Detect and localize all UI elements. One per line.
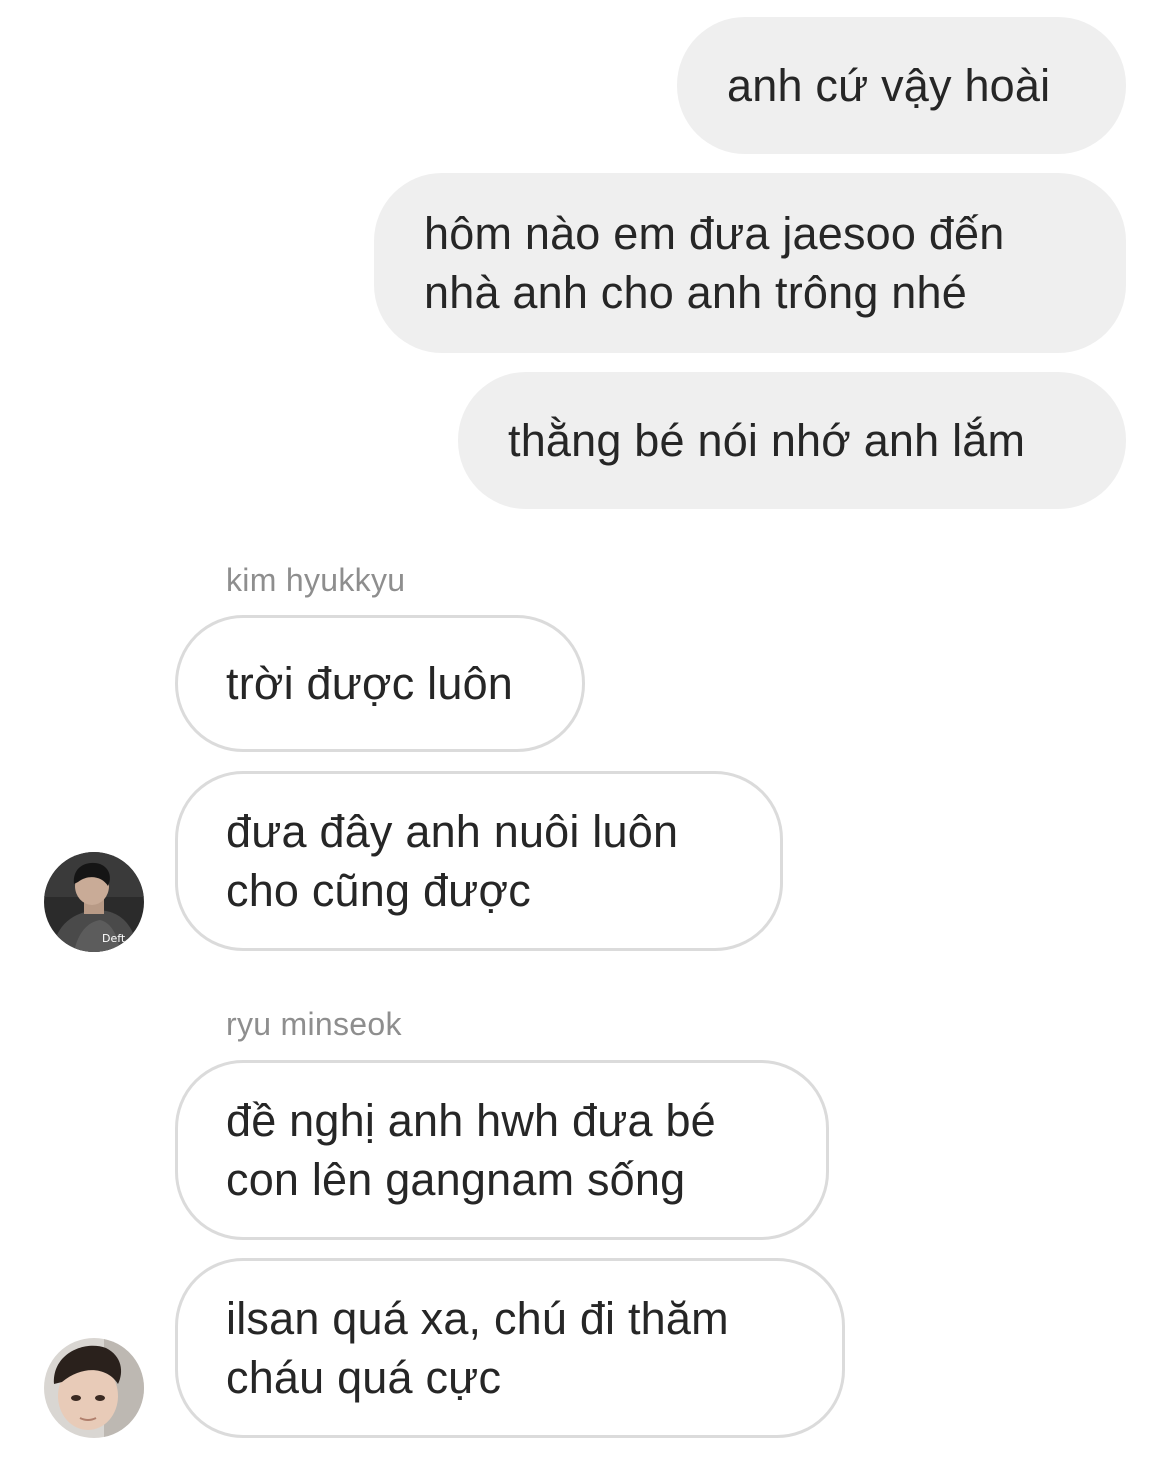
- message-text: anh cứ vậy hoài: [727, 60, 1051, 111]
- message-text: ilsan quá xa, chú đi thăm cháu quá cực: [226, 1293, 729, 1403]
- svg-text:Deft: Deft: [102, 932, 126, 945]
- avatar[interactable]: Deft: [44, 852, 144, 952]
- outgoing-message[interactable]: hôm nào em đưa jaesoo đến nhà anh cho an…: [374, 173, 1126, 353]
- message-text: trời được luôn: [226, 658, 514, 709]
- incoming-message[interactable]: ilsan quá xa, chú đi thăm cháu quá cực: [175, 1258, 845, 1438]
- message-text: thằng bé nói nhớ anh lắm: [508, 415, 1026, 466]
- avatar[interactable]: [44, 1338, 144, 1438]
- user-avatar-icon: [44, 1338, 144, 1438]
- outgoing-message[interactable]: anh cứ vậy hoài: [677, 17, 1126, 154]
- sender-name: ryu minseok: [226, 1006, 402, 1042]
- message-text: đề nghị anh hwh đưa bé con lên gangnam s…: [226, 1095, 716, 1205]
- incoming-message[interactable]: đề nghị anh hwh đưa bé con lên gangnam s…: [175, 1060, 829, 1240]
- incoming-message[interactable]: trời được luôn: [175, 615, 585, 752]
- incoming-message[interactable]: đưa đây anh nuôi luôn cho cũng được: [175, 771, 783, 951]
- message-text: hôm nào em đưa jaesoo đến nhà anh cho an…: [424, 208, 1005, 318]
- outgoing-message[interactable]: thằng bé nói nhớ anh lắm: [458, 372, 1126, 509]
- user-avatar-icon: Deft: [44, 852, 144, 952]
- sender-name: kim hyukkyu: [226, 562, 406, 598]
- message-text: đưa đây anh nuôi luôn cho cũng được: [226, 806, 679, 916]
